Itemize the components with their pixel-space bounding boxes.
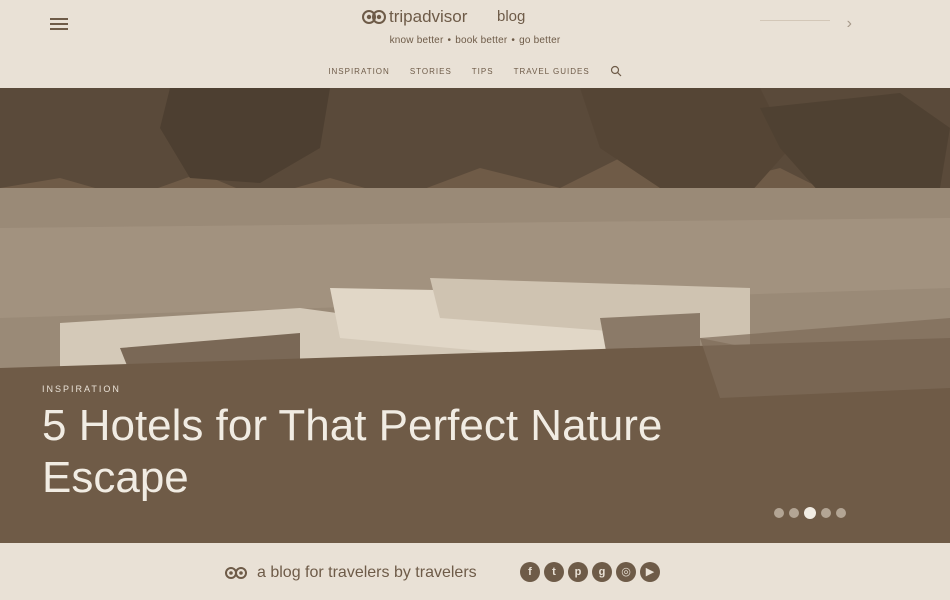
chevron-right-icon[interactable]: ›	[847, 15, 852, 33]
site-header: tripadvisor blog know better • book better…	[0, 0, 950, 88]
footer-tagline: a blog for travelers by travelers	[257, 564, 477, 581]
carousel-dot[interactable]	[821, 508, 831, 518]
search-icon[interactable]	[610, 65, 622, 77]
blog-label[interactable]: blog	[497, 8, 525, 25]
owl-logo-icon	[362, 10, 386, 24]
faded-field	[760, 20, 830, 21]
hero-title[interactable]: 5 Hotels for That Perfect Nature Escape	[42, 400, 762, 504]
tagline-separator: •	[447, 35, 452, 46]
google-plus-icon[interactable]: g	[592, 562, 612, 582]
carousel-dot[interactable]	[789, 508, 799, 518]
hero-carousel[interactable]: INSPIRATION 5 Hotels for That Perfect Na…	[0, 88, 950, 543]
carousel-dot[interactable]	[774, 508, 784, 518]
carousel-indicators	[774, 507, 846, 519]
owl-logo-icon	[225, 567, 247, 579]
tripadvisor-logo[interactable]: tripadvisor	[362, 7, 467, 27]
facebook-icon[interactable]: f	[520, 562, 540, 582]
brand-name: tripadvisor	[389, 7, 468, 26]
hero-category[interactable]: INSPIRATION	[42, 384, 121, 394]
tagline-separator: •	[511, 35, 516, 46]
nav-item-inspiration[interactable]: INSPIRATION	[328, 67, 390, 77]
pinterest-icon[interactable]: p	[568, 562, 588, 582]
top-right-control[interactable]: ›	[746, 12, 856, 38]
instagram-icon[interactable]: ◎	[616, 562, 636, 582]
carousel-dot[interactable]	[836, 508, 846, 518]
nav-item-tips[interactable]: TIPS	[472, 67, 494, 77]
tagline-part: book better	[455, 35, 508, 46]
tagline-part: know better	[389, 35, 444, 46]
nav-item-travel-guides[interactable]: TRAVEL GUIDES	[514, 67, 590, 77]
social-links: f t p g ◎ ▶	[520, 562, 660, 582]
carousel-dot-active[interactable]	[804, 507, 816, 519]
site-footer: a blog for travelers by travelers f t p …	[0, 543, 950, 600]
menu-icon[interactable]	[50, 18, 68, 32]
tagline-part: go better	[519, 35, 561, 46]
youtube-icon[interactable]: ▶	[640, 562, 660, 582]
nav-item-stories[interactable]: STORIES	[410, 67, 452, 77]
twitter-icon[interactable]: t	[544, 562, 564, 582]
main-nav: INSPIRATION STORIES TIPS TRAVEL GUIDES	[0, 65, 950, 77]
